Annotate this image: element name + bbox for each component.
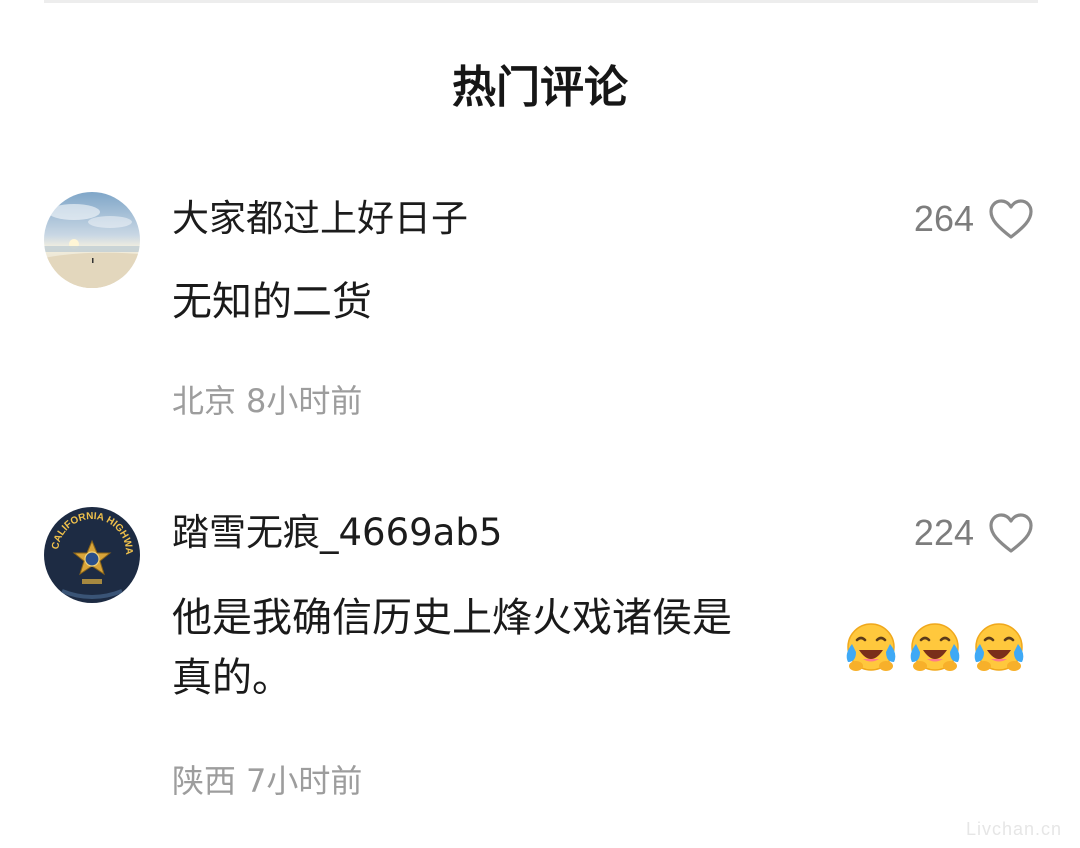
like-count: 224 xyxy=(913,512,974,553)
comment-username[interactable]: 大家都过上好日子 xyxy=(172,196,468,242)
comment-location: 陕西 xyxy=(172,762,237,800)
user-avatar[interactable]: CALIFORNIA HIGHWAY PATROL xyxy=(44,507,140,603)
user-avatar[interactable] xyxy=(44,192,140,288)
top-divider xyxy=(44,0,1038,3)
comment-text: 无知的二货 xyxy=(172,279,372,325)
like-count: 264 xyxy=(913,198,974,239)
comment-username[interactable]: 踏雪无痕_4669ab5 xyxy=(172,510,502,556)
tears-of-joy-icon xyxy=(974,623,1024,671)
comment-time: 8小时前 xyxy=(246,382,363,420)
comment-location: 北京 xyxy=(172,382,237,420)
like-button[interactable]: 224 xyxy=(914,510,1034,556)
comment-text-line: 真的。 xyxy=(172,655,292,701)
comment-meta: 北京 8小时前 xyxy=(172,380,362,422)
watermark: Livchan.cn xyxy=(965,819,1062,839)
section-title: 热门评论 xyxy=(452,62,628,113)
comment-text: 他是我确信历史上烽火戏诸侯是 真的。 xyxy=(172,588,732,708)
tears-of-joy-icon xyxy=(910,623,960,671)
heart-icon[interactable] xyxy=(988,198,1034,240)
emoji-row xyxy=(842,618,1028,676)
heart-icon[interactable] xyxy=(988,512,1034,554)
comment-text-line: 他是我确信历史上烽火戏诸侯是 xyxy=(172,595,732,641)
comment-time: 7小时前 xyxy=(246,762,363,800)
tears-of-joy-icon xyxy=(846,623,896,671)
highway-patrol-badge-avatar-icon: CALIFORNIA HIGHWAY PATROL xyxy=(44,507,140,603)
like-button[interactable]: 264 xyxy=(914,196,1034,242)
beach-sunset-avatar-icon xyxy=(44,192,140,288)
comment-meta: 陕西 7小时前 xyxy=(172,760,362,802)
